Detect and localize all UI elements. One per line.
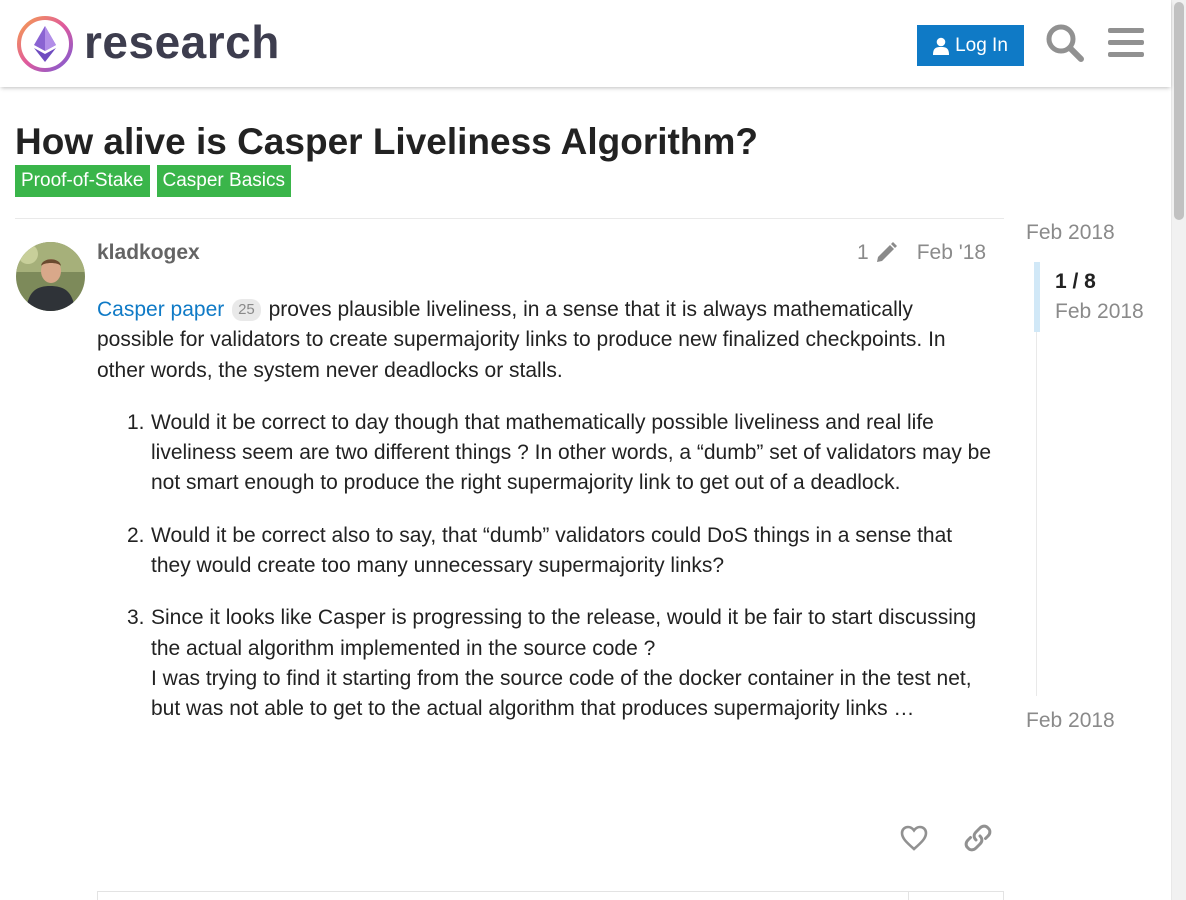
login-label: Log In	[955, 34, 1008, 56]
topic-tags: Proof-of-Stake Casper Basics	[15, 165, 291, 197]
post-date[interactable]: Feb '18	[917, 240, 986, 266]
like-button[interactable]	[893, 818, 935, 858]
list-item: 2. Would it be correct also to say, that …	[127, 523, 953, 578]
post-divider	[15, 218, 1004, 219]
tag-casper-basics[interactable]: Casper Basics	[156, 165, 291, 197]
avatar[interactable]	[16, 242, 85, 311]
pencil-icon	[876, 242, 897, 262]
post-meta: 1 Feb '18	[857, 240, 986, 266]
site-header: research Log In	[0, 0, 1171, 87]
timeline-start-date[interactable]: Feb 2018	[1026, 220, 1115, 246]
topic-title[interactable]: How alive is Casper Liveliness Algorithm…	[15, 120, 758, 164]
timeline-end-date[interactable]: Feb 2018	[1026, 708, 1115, 734]
timeline-position: 1 / 8	[1055, 270, 1096, 293]
post-actions	[893, 818, 999, 858]
topic-map-divider	[908, 892, 909, 900]
list-item: 3. Since it looks like Casper is progress…	[127, 606, 977, 721]
post-content: Casper paper 25 proves plausible livelin…	[97, 295, 992, 747]
timeline-current-date: Feb 2018	[1055, 300, 1144, 323]
search-icon[interactable]	[1044, 22, 1086, 64]
edit-history-button[interactable]: 1	[857, 240, 897, 266]
tag-proof-of-stake[interactable]: Proof-of-Stake	[15, 165, 150, 197]
casper-paper-link[interactable]: Casper paper	[97, 298, 224, 321]
edit-count: 1	[857, 241, 869, 264]
heart-icon	[900, 825, 928, 851]
link-icon	[964, 824, 992, 852]
timeline-handle[interactable]	[1034, 262, 1040, 332]
share-link-button[interactable]	[957, 818, 999, 858]
post-username[interactable]: kladkogex	[97, 240, 200, 266]
site-brand[interactable]: research	[84, 14, 280, 70]
list-item: 1. Would it be correct to day though that…	[127, 410, 992, 495]
post-intro-text: proves plausible liveliness, in a sense …	[97, 298, 946, 382]
scrollbar-thumb[interactable]	[1174, 2, 1184, 220]
post-question-list: 1. Would it be correct to day though that…	[97, 408, 992, 725]
link-click-count: 25	[232, 299, 261, 321]
page-scrollbar[interactable]	[1171, 0, 1186, 900]
topic-map-box	[97, 891, 1004, 900]
ethresear-logo[interactable]	[16, 15, 74, 73]
post-intro: Casper paper 25 proves plausible livelin…	[97, 295, 992, 386]
login-button[interactable]: Log In	[917, 25, 1024, 66]
hamburger-menu-icon[interactable]	[1105, 22, 1147, 64]
user-icon	[933, 37, 950, 55]
